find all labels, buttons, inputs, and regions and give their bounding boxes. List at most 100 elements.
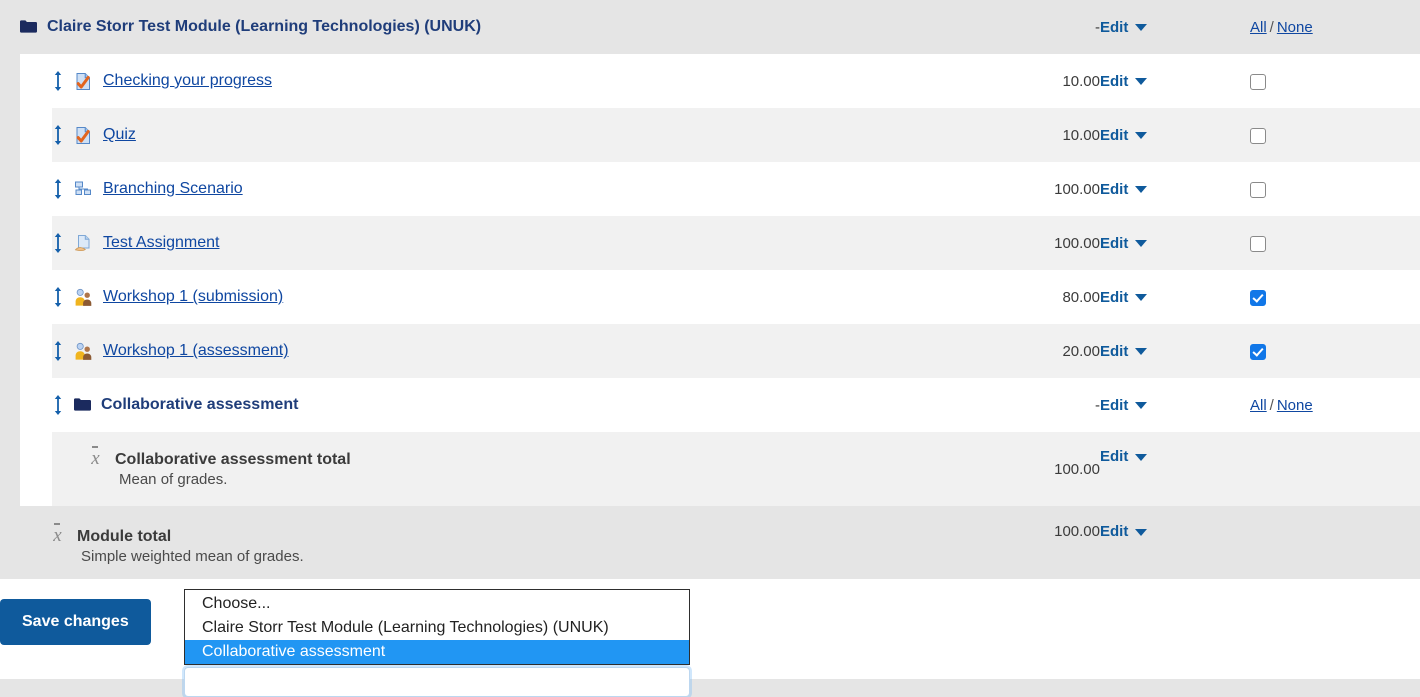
folder-icon xyxy=(74,398,91,412)
category-total-label: Collaborative assessment total xyxy=(115,450,351,468)
dropdown-option[interactable]: Claire Storr Test Module (Learning Techn… xyxy=(185,616,689,640)
edit-menu-button[interactable]: Edit xyxy=(1100,289,1128,306)
row-indent xyxy=(20,108,52,162)
category-total-weight: 100.00 xyxy=(970,432,1100,506)
chevron-down-icon[interactable] xyxy=(1135,78,1148,86)
item-edit-cell: Edit xyxy=(1100,324,1250,378)
module-total-description: Simple weighted mean of grades. xyxy=(81,548,304,565)
edit-menu-button[interactable]: Edit xyxy=(1100,127,1128,144)
edit-menu-button[interactable]: Edit xyxy=(1100,343,1128,360)
chevron-down-icon[interactable] xyxy=(1135,402,1148,410)
item-edit-cell: Edit xyxy=(1100,270,1250,324)
item-select-cell xyxy=(1250,54,1420,108)
chevron-down-icon[interactable] xyxy=(1135,528,1148,536)
select-item-checkbox[interactable] xyxy=(1250,235,1266,252)
grade-item-link[interactable]: Workshop 1 (assessment) xyxy=(103,342,289,360)
row-indent xyxy=(20,324,52,378)
select-all-none: All / None xyxy=(1250,396,1313,414)
category-header-select-cell: All / None xyxy=(1250,0,1420,54)
subcategory-select-cell: All / None xyxy=(1250,378,1420,432)
item-select-cell xyxy=(1250,216,1420,270)
grade-item-link[interactable]: Workshop 1 (submission) xyxy=(103,288,283,306)
chevron-down-icon[interactable] xyxy=(1135,453,1148,461)
select-item-checkbox[interactable] xyxy=(1250,289,1266,306)
select-none-link[interactable]: None xyxy=(1277,19,1313,36)
move-to-select-field[interactable] xyxy=(184,667,690,697)
select-item-checkbox[interactable] xyxy=(1250,73,1266,90)
move-to-dropdown: Choose... Claire Storr Test Module (Lear… xyxy=(184,589,690,697)
table-row-category-header: Claire Storr Test Module (Learning Techn… xyxy=(0,0,1420,54)
table-row: Workshop 1 (assessment) 20.00 Edit xyxy=(0,324,1420,378)
save-changes-button[interactable]: Save changes xyxy=(0,599,151,645)
table-row-module-total: x Module total Simple weighted mean of g… xyxy=(0,506,1420,586)
edit-menu-button[interactable]: Edit xyxy=(1100,19,1128,36)
select-none-link[interactable]: None xyxy=(1277,397,1313,414)
item-edit-cell: Edit xyxy=(1100,54,1250,108)
row-gutter xyxy=(0,378,20,432)
select-item-checkbox[interactable] xyxy=(1250,181,1266,198)
edit-menu-button[interactable]: Edit xyxy=(1100,448,1128,465)
table-row: Branching Scenario 100.00 Edit xyxy=(0,162,1420,216)
category-header-name-cell: Claire Storr Test Module (Learning Techn… xyxy=(0,0,970,54)
chevron-down-icon[interactable] xyxy=(1135,186,1148,194)
workshop-icon xyxy=(74,342,93,361)
select-item-checkbox[interactable] xyxy=(1250,343,1266,360)
move-icon[interactable] xyxy=(52,340,64,362)
item-select-cell xyxy=(1250,324,1420,378)
dropdown-option-list[interactable]: Choose... Claire Storr Test Module (Lear… xyxy=(184,589,690,665)
row-gutter xyxy=(0,324,20,378)
gradebook-setup-table: Claire Storr Test Module (Learning Techn… xyxy=(0,0,1420,586)
select-all-link[interactable]: All xyxy=(1250,397,1267,414)
chevron-down-icon[interactable] xyxy=(1135,24,1148,32)
table-row-subcategory: Collaborative assessment - Edit All / None xyxy=(0,378,1420,432)
move-icon[interactable] xyxy=(52,70,64,92)
item-weight: 100.00 xyxy=(970,162,1100,216)
row-gutter xyxy=(0,54,20,108)
folder-icon xyxy=(20,20,37,34)
move-icon[interactable] xyxy=(52,286,64,308)
item-weight: 10.00 xyxy=(970,108,1100,162)
table-row-category-total: x Collaborative assessment total Mean of… xyxy=(0,432,1420,506)
grade-item-link[interactable]: Branching Scenario xyxy=(103,180,243,198)
item-weight: 10.00 xyxy=(970,54,1100,108)
edit-menu-button[interactable]: Edit xyxy=(1100,523,1128,540)
move-icon[interactable] xyxy=(52,394,64,416)
select-item-checkbox[interactable] xyxy=(1250,127,1266,144)
grade-item-link[interactable]: Checking your progress xyxy=(103,72,272,90)
row-gutter xyxy=(0,108,20,162)
category-total-edit-cell: Edit xyxy=(1100,432,1250,506)
quiz-icon xyxy=(74,72,93,91)
row-gutter xyxy=(0,432,20,506)
chevron-down-icon[interactable] xyxy=(1135,348,1148,356)
module-total-label: Module total xyxy=(77,527,172,545)
chevron-down-icon[interactable] xyxy=(1135,294,1148,302)
grade-item-link[interactable]: Test Assignment xyxy=(103,234,220,252)
move-icon[interactable] xyxy=(52,232,64,254)
category-header-weight: - xyxy=(970,0,1100,54)
edit-menu-button[interactable]: Edit xyxy=(1100,181,1128,198)
edit-menu-button[interactable]: Edit xyxy=(1100,397,1128,414)
item-select-cell xyxy=(1250,270,1420,324)
grade-item-link[interactable]: Quiz xyxy=(103,126,136,144)
edit-menu-button[interactable]: Edit xyxy=(1100,73,1128,90)
move-icon[interactable] xyxy=(52,124,64,146)
category-header-label: Claire Storr Test Module (Learning Techn… xyxy=(47,18,482,35)
select-all-none: All / None xyxy=(1250,18,1313,36)
chevron-down-icon[interactable] xyxy=(1135,240,1148,248)
row-indent xyxy=(20,378,52,432)
item-select-cell xyxy=(1250,162,1420,216)
dropdown-option-selected[interactable]: Collaborative assessment xyxy=(185,640,689,664)
row-indent xyxy=(20,162,52,216)
item-select-cell xyxy=(1250,108,1420,162)
edit-menu-button[interactable]: Edit xyxy=(1100,235,1128,252)
row-indent xyxy=(20,432,52,506)
item-weight: 20.00 xyxy=(970,324,1100,378)
chevron-down-icon[interactable] xyxy=(1135,132,1148,140)
gradebook-rows: Claire Storr Test Module (Learning Techn… xyxy=(0,0,1420,586)
item-name-cell: Quiz xyxy=(52,108,970,162)
move-icon[interactable] xyxy=(52,178,64,200)
module-total-name-cell: x Module total Simple weighted mean of g… xyxy=(0,506,970,586)
row-indent xyxy=(20,54,52,108)
dropdown-option[interactable]: Choose... xyxy=(185,592,689,616)
select-all-link[interactable]: All xyxy=(1250,19,1267,36)
